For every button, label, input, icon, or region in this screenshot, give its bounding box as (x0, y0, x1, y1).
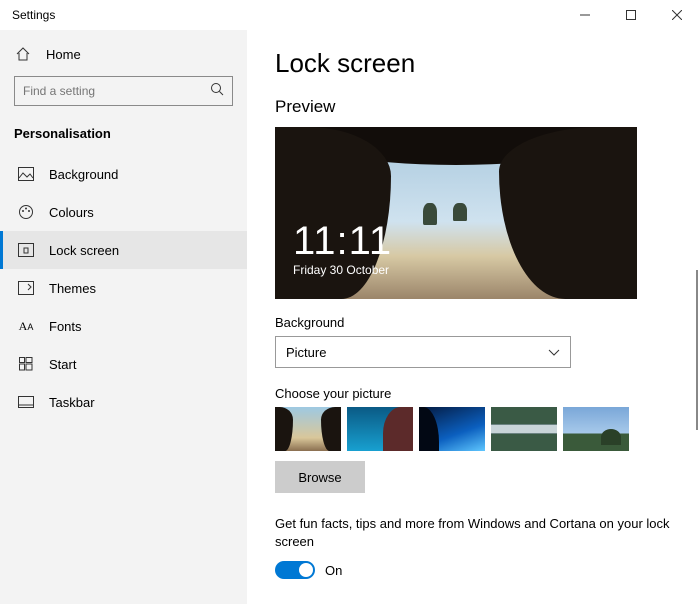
fonts-icon: AA (17, 320, 35, 332)
chevron-down-icon (548, 345, 560, 360)
picture-thumb-5[interactable] (563, 407, 629, 451)
content-area: Lock screen Preview 11:11 Friday 30 Octo… (247, 30, 700, 604)
titlebar: Settings (0, 0, 700, 30)
window-title: Settings (12, 8, 562, 22)
choose-picture-label: Choose your picture (275, 386, 672, 401)
sidebar-item-label: Themes (49, 281, 96, 296)
sidebar-item-background[interactable]: Background (0, 155, 247, 193)
start-icon (17, 357, 35, 371)
tips-description: Get fun facts, tips and more from Window… (275, 515, 672, 551)
close-button[interactable] (654, 0, 700, 30)
tips-toggle[interactable] (275, 561, 315, 579)
sidebar-item-label: Background (49, 167, 118, 182)
home-label: Home (46, 47, 81, 62)
sidebar-item-label: Start (49, 357, 76, 372)
search-icon (210, 82, 224, 101)
minimize-button[interactable] (562, 0, 608, 30)
sidebar-item-start[interactable]: Start (0, 345, 247, 383)
tips-toggle-label: On (325, 563, 342, 578)
maximize-button[interactable] (608, 0, 654, 30)
search-box[interactable] (14, 76, 233, 106)
background-field-label: Background (275, 315, 672, 330)
browse-button[interactable]: Browse (275, 461, 365, 493)
sidebar-item-label: Lock screen (49, 243, 119, 258)
lock-screen-preview: 11:11 Friday 30 October (275, 127, 637, 299)
sidebar-item-lock-screen[interactable]: Lock screen (0, 231, 247, 269)
scrollbar[interactable] (696, 270, 698, 430)
search-input[interactable] (23, 84, 210, 98)
sidebar-item-label: Fonts (49, 319, 82, 334)
lock-screen-icon (17, 243, 35, 257)
home-icon (14, 46, 32, 62)
sidebar-item-label: Taskbar (49, 395, 95, 410)
page-title: Lock screen (275, 48, 672, 79)
sidebar-item-themes[interactable]: Themes (0, 269, 247, 307)
sidebar-item-label: Colours (49, 205, 94, 220)
themes-icon (17, 281, 35, 295)
sidebar-item-fonts[interactable]: AA Fonts (0, 307, 247, 345)
palette-icon (17, 204, 35, 220)
background-dropdown[interactable]: Picture (275, 336, 571, 368)
sidebar: Home Personalisation Background Colours (0, 30, 247, 604)
picture-thumb-2[interactable] (347, 407, 413, 451)
preview-label: Preview (275, 97, 672, 117)
taskbar-icon (17, 396, 35, 408)
picture-icon (17, 167, 35, 181)
home-button[interactable]: Home (0, 38, 247, 72)
picture-thumb-4[interactable] (491, 407, 557, 451)
sidebar-item-colours[interactable]: Colours (0, 193, 247, 231)
picture-thumbnails (275, 407, 672, 451)
category-label: Personalisation (0, 120, 247, 155)
picture-thumb-3[interactable] (419, 407, 485, 451)
sidebar-item-taskbar[interactable]: Taskbar (0, 383, 247, 421)
picture-thumb-1[interactable] (275, 407, 341, 451)
preview-date: Friday 30 October (293, 263, 392, 277)
nav-list: Background Colours Lock screen Themes AA… (0, 155, 247, 421)
dropdown-value: Picture (286, 345, 326, 360)
preview-clock: 11:11 (293, 221, 392, 261)
